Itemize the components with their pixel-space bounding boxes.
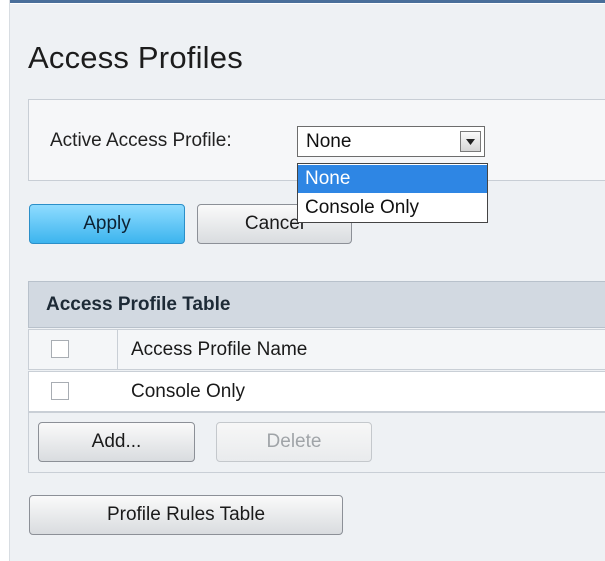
- table-row[interactable]: Console Only: [28, 371, 605, 412]
- left-gutter: [0, 0, 10, 561]
- select-value: None: [306, 131, 352, 152]
- dropdown-option-console-only[interactable]: Console Only: [298, 194, 487, 222]
- row-checkbox[interactable]: [51, 382, 69, 400]
- active-profile-label: Active Access Profile:: [50, 130, 232, 151]
- select-all-checkbox[interactable]: [51, 340, 69, 358]
- chevron-down-icon: [466, 139, 475, 145]
- dropdown-option-none[interactable]: None: [298, 165, 487, 193]
- table-column-header-row: Access Profile Name: [28, 329, 605, 370]
- row-profile-name: Console Only: [131, 381, 246, 402]
- page-title: Access Profiles: [28, 40, 243, 75]
- column-header-profile-name: Access Profile Name: [131, 339, 308, 360]
- add-button[interactable]: Add...: [38, 422, 195, 462]
- profile-rules-table-button[interactable]: Profile Rules Table: [29, 495, 343, 535]
- select-arrow-button[interactable]: [460, 131, 481, 152]
- top-border: [0, 0, 605, 3]
- delete-button[interactable]: Delete: [216, 422, 372, 462]
- apply-button[interactable]: Apply: [29, 204, 185, 244]
- table-title: Access Profile Table: [46, 294, 231, 315]
- active-profile-select[interactable]: None: [297, 126, 485, 157]
- column-divider: [117, 330, 118, 369]
- active-profile-dropdown: None Console Only: [297, 163, 488, 223]
